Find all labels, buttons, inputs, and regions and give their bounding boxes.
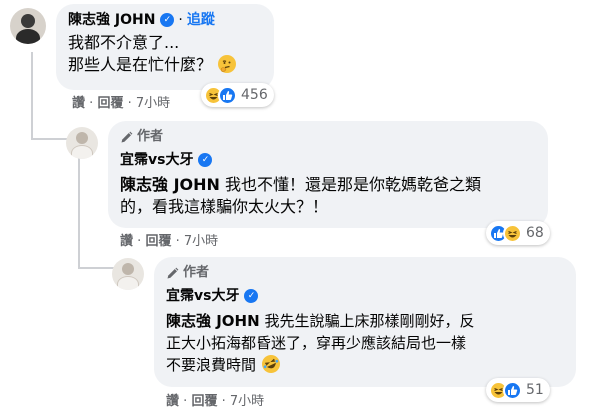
avatar[interactable]	[10, 8, 46, 44]
separator-dot: ·	[175, 234, 180, 249]
separator-dot: ·	[89, 96, 94, 111]
separator-dot: ·	[221, 394, 226, 409]
author-name[interactable]: 陳志強 JOHN	[68, 11, 155, 29]
comment-line-text: 我先生說騙上床那樣剛剛好，反	[264, 312, 475, 330]
like-action[interactable]: 讚	[72, 96, 85, 111]
comment-timestamp[interactable]: 7小時	[136, 96, 170, 111]
thread-line	[31, 138, 71, 140]
reaction-summary[interactable]: 68	[486, 221, 550, 245]
avatar[interactable]	[66, 127, 98, 159]
like-action[interactable]: 讚	[166, 394, 179, 409]
verified-badge-icon: ✓	[244, 289, 259, 303]
like-reaction-icon	[218, 85, 237, 105]
comment-line: 的，看我這樣騙你太火大？！	[120, 197, 329, 216]
reaction-count: 456	[241, 87, 268, 103]
pencil-icon	[167, 267, 179, 278]
author-name[interactable]: 宜霈vs大牙	[120, 151, 193, 169]
reply-action[interactable]: 回覆	[97, 96, 123, 111]
reply-action[interactable]: 回覆	[145, 234, 171, 249]
avatar[interactable]	[112, 258, 144, 290]
comment-bubble: 作者 宜霈vs大牙 ✓ 陳志強 JOHN 我也不懂！還是那是你乾媽乾爸之類 的，…	[108, 121, 548, 228]
verified-badge-icon: ✓	[198, 153, 213, 167]
comment-header: 宜霈vs大牙 ✓	[166, 287, 564, 305]
comment-bubble: 作者 宜霈vs大牙 ✓ 陳志強 JOHN 我先生說騙上床那樣剛剛好，反 正大小拓…	[154, 257, 576, 387]
follow-button[interactable]: 追蹤	[187, 11, 215, 29]
like-reaction-icon	[503, 380, 522, 400]
comment-line: 陳志強 JOHN 我先生說騙上床那樣剛剛好，反	[166, 310, 564, 332]
haha-reaction-icon	[503, 223, 522, 243]
comment-line: 陳志強 JOHN 我也不懂！還是那是你乾媽乾爸之類	[120, 174, 536, 196]
separator-dot: ·	[127, 96, 132, 111]
like-action[interactable]: 讚	[120, 234, 133, 249]
author-badge: 作者	[166, 264, 564, 282]
comment-header: 陳志強 JOHN ✓ · 追蹤	[68, 11, 262, 29]
comment-line: 不要浪費時間	[166, 354, 564, 376]
comment-text: 陳志強 JOHN 我也不懂！還是那是你乾媽乾爸之類 的，看我這樣騙你太火大？！	[120, 174, 536, 218]
comment-text: 陳志強 JOHN 我先生說騙上床那樣剛剛好，反 正大小拓海都昏迷了，穿再少應該結…	[166, 310, 564, 376]
thread-line	[31, 52, 33, 140]
reaction-count: 51	[526, 382, 544, 398]
reaction-summary[interactable]: 456	[201, 83, 274, 107]
comment-line-text: 那些人是在忙什麼？	[68, 55, 213, 74]
author-name[interactable]: 宜霈vs大牙	[166, 287, 239, 305]
author-badge-label: 作者	[137, 129, 164, 144]
separator-dot: ·	[137, 234, 142, 249]
author-badge-label: 作者	[183, 265, 210, 280]
comment-timestamp[interactable]: 7小時	[230, 394, 264, 409]
separator-dot: ·	[178, 12, 183, 28]
reply-action[interactable]: 回覆	[191, 394, 217, 409]
separator-dot: ·	[183, 394, 188, 409]
reaction-count: 68	[526, 225, 544, 241]
comment-line: 正大小拓海都昏迷了，穿再少應該結局也一樣	[166, 334, 467, 352]
comment-timestamp[interactable]: 7小時	[184, 234, 218, 249]
comment-actions: 讚 · 回覆 · 7小時	[166, 394, 264, 410]
author-badge: 作者	[120, 128, 536, 146]
thread-line	[78, 267, 114, 269]
thinking-face-icon	[218, 55, 237, 73]
pencil-icon	[121, 131, 133, 142]
comment-line: 那些人是在忙什麼？	[68, 54, 262, 76]
mention-tag[interactable]: 陳志強 JOHN	[120, 175, 220, 194]
comment-text: 我都不介意了... 那些人是在忙什麼？	[68, 32, 262, 76]
comment-bubble: 陳志強 JOHN ✓ · 追蹤 我都不介意了... 那些人是在忙什麼？	[56, 4, 274, 90]
comment-header: 宜霈vs大牙 ✓	[120, 151, 536, 169]
thread-line	[78, 158, 80, 268]
comment-line-text: 不要浪費時間	[166, 356, 257, 374]
comment-actions: 讚 · 回覆 · 7小時	[120, 234, 218, 250]
rofl-face-icon	[261, 355, 280, 373]
comment-line-text: 我也不懂！還是那是你乾媽乾爸之類	[225, 175, 482, 194]
comment-actions: 讚 · 回覆 · 7小時	[72, 96, 170, 112]
comment-line: 我都不介意了...	[68, 33, 180, 52]
mention-tag[interactable]: 陳志強 JOHN	[166, 312, 260, 330]
reaction-summary[interactable]: 51	[486, 378, 550, 402]
verified-badge-icon: ✓	[160, 13, 175, 27]
